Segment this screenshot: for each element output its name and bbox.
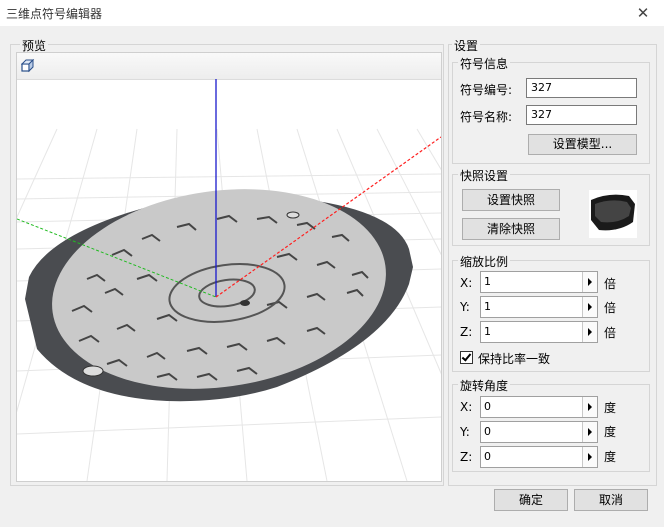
scale-z-value: 1 (484, 325, 491, 338)
scale-x-spinner[interactable]: 1 (480, 271, 598, 293)
scale-x-label: X: (460, 276, 473, 290)
symbol-info-label: 符号信息 (458, 55, 511, 72)
rotation-z-spinner[interactable]: 0 (480, 446, 598, 468)
rotation-x-spinner[interactable]: 0 (480, 396, 598, 418)
snapshot-thumbnail (589, 190, 637, 238)
rotation-z-value: 0 (484, 450, 491, 463)
spin-arrow-icon[interactable] (582, 422, 597, 442)
clear-snapshot-button[interactable]: 清除快照 (462, 218, 560, 240)
rotation-x-label: X: (460, 400, 473, 414)
preview-toolbar (17, 53, 441, 80)
settings-label: 设置 (452, 37, 481, 54)
scale-y-unit: 倍 (604, 301, 617, 315)
rotation-y-label: Y: (460, 425, 470, 439)
scale-y-label: Y: (460, 300, 470, 314)
keep-ratio-checkbox[interactable] (460, 351, 473, 364)
symbol-id-field[interactable]: 327 (526, 78, 637, 98)
rotation-x-unit: 度 (604, 401, 617, 415)
title-bar: 三维点符号编辑器 ✕ (0, 0, 664, 26)
set-snapshot-button[interactable]: 设置快照 (462, 189, 560, 211)
close-icon[interactable]: ✕ (630, 2, 656, 24)
preview-viewport[interactable] (16, 52, 442, 482)
cancel-button[interactable]: 取消 (574, 489, 648, 511)
scale-x-value: 1 (484, 275, 491, 288)
rotation-z-label: Z: (460, 450, 473, 464)
rotation-y-value: 0 (484, 425, 491, 438)
rotation-z-unit: 度 (604, 450, 617, 464)
rotation-y-unit: 度 (604, 425, 617, 439)
snapshot-label: 快照设置 (458, 167, 511, 184)
scale-label: 缩放比例 (458, 253, 511, 270)
spin-arrow-icon[interactable] (582, 447, 597, 467)
symbol-name-field[interactable]: 327 (526, 105, 637, 125)
spin-arrow-icon[interactable] (582, 272, 597, 292)
scale-z-unit: 倍 (604, 326, 617, 340)
ok-button[interactable]: 确定 (494, 489, 568, 511)
scene-3d (17, 79, 441, 481)
scale-y-spinner[interactable]: 1 (480, 296, 598, 318)
scale-y-value: 1 (484, 300, 491, 313)
spin-arrow-icon[interactable] (582, 297, 597, 317)
rotation-label: 旋转角度 (458, 377, 511, 394)
scale-z-label: Z: (460, 325, 473, 339)
rotation-x-value: 0 (484, 400, 491, 413)
manhole-cover-model (25, 189, 413, 402)
window-title: 三维点符号编辑器 (6, 7, 103, 21)
spin-arrow-icon[interactable] (582, 397, 597, 417)
scale-z-spinner[interactable]: 1 (480, 321, 598, 343)
cube-icon[interactable] (21, 59, 35, 73)
scale-x-unit: 倍 (604, 277, 617, 291)
keep-ratio-label: 保持比率一致 (478, 352, 551, 366)
rotation-y-spinner[interactable]: 0 (480, 421, 598, 443)
set-model-button[interactable]: 设置模型... (528, 134, 637, 155)
spin-arrow-icon[interactable] (582, 322, 597, 342)
symbol-name-label: 符号名称: (460, 110, 513, 124)
symbol-id-label: 符号编号: (460, 83, 513, 97)
